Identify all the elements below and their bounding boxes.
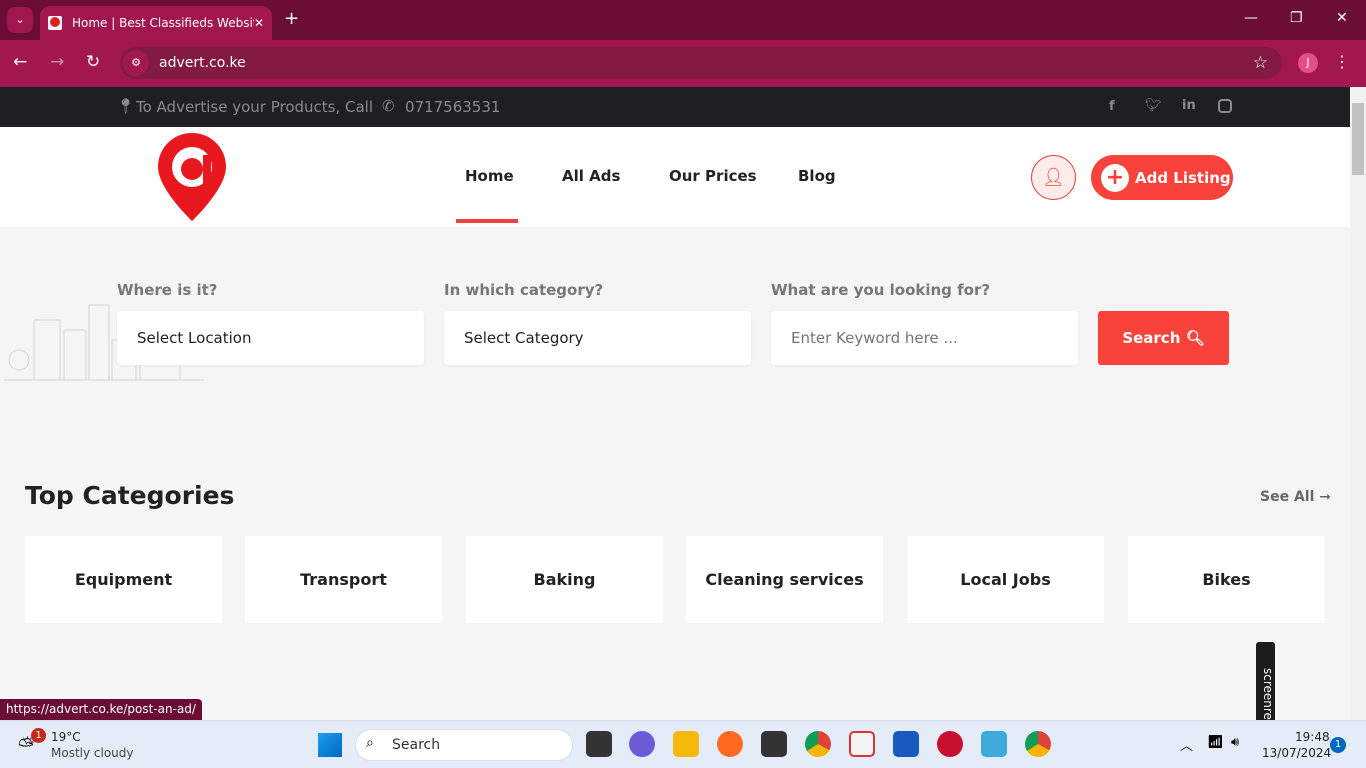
add-listing-label: Add Listing bbox=[1135, 168, 1231, 187]
instagram-icon[interactable] bbox=[1218, 99, 1232, 113]
minimize-button[interactable]: — bbox=[1244, 10, 1258, 26]
category-card[interactable]: Equipment bbox=[25, 536, 222, 623]
forward-button[interactable]: → bbox=[50, 52, 64, 72]
user-icon: 👤︎ bbox=[1042, 167, 1065, 188]
linkedin-icon[interactable]: in bbox=[1182, 98, 1196, 113]
site-topbar: 📍︎ To Advertise your Products, Call ✆ 07… bbox=[0, 87, 1350, 127]
taskbar-search-label: Search bbox=[392, 737, 441, 753]
volume-icon[interactable]: 🔊︎ bbox=[1231, 735, 1239, 750]
tab-search-button[interactable]: ⌄ bbox=[7, 7, 33, 33]
search-button-label: Search bbox=[1122, 329, 1181, 347]
category-label: In which category? bbox=[444, 281, 604, 299]
sublime-text-icon[interactable] bbox=[761, 731, 787, 757]
profile-avatar[interactable]: J bbox=[1298, 53, 1318, 73]
category-card[interactable]: Local Jobs bbox=[907, 536, 1104, 623]
add-listing-button[interactable]: + Add Listing bbox=[1091, 155, 1233, 200]
weather-badge: 1 bbox=[31, 728, 46, 743]
plus-icon: + bbox=[1101, 163, 1129, 192]
twitter-icon[interactable]: 🐦︎ bbox=[1145, 98, 1162, 113]
active-nav-indicator bbox=[456, 219, 518, 223]
browser-tab[interactable]: Home | Best Classifieds Website ✕ bbox=[40, 6, 272, 40]
nav-blog[interactable]: Blog bbox=[798, 167, 836, 185]
recorder-icon[interactable] bbox=[937, 731, 963, 757]
new-tab-button[interactable]: + bbox=[284, 8, 299, 29]
maximize-button[interactable]: ❐ bbox=[1290, 10, 1303, 26]
category-card[interactable]: Baking bbox=[466, 536, 663, 623]
close-window-button[interactable]: ✕ bbox=[1336, 10, 1348, 26]
firefox-icon[interactable] bbox=[717, 731, 743, 757]
chrome-menu-icon[interactable]: ⋮ bbox=[1334, 52, 1350, 71]
chrome-active-icon[interactable] bbox=[1025, 731, 1051, 757]
site-settings-icon[interactable]: ⚙ bbox=[123, 50, 149, 76]
keyword-label: What are you looking for? bbox=[771, 281, 991, 299]
see-all-label: See All bbox=[1260, 489, 1315, 505]
advertise-text: To Advertise your Products, Call bbox=[136, 98, 374, 116]
clock-time[interactable]: 19:48 bbox=[1295, 730, 1330, 744]
arrow-right-icon: ➞ bbox=[1319, 489, 1331, 505]
search-button[interactable]: Search 🔍︎ bbox=[1098, 311, 1229, 365]
weather-temp: 19°C bbox=[51, 730, 81, 744]
site-logo[interactable] bbox=[157, 131, 227, 223]
keyword-input[interactable] bbox=[771, 311, 1078, 365]
tab-title: Home | Best Classifieds Website bbox=[72, 16, 254, 30]
location-label: Where is it? bbox=[117, 281, 218, 299]
facebook-icon[interactable]: f bbox=[1109, 99, 1115, 114]
location-select[interactable]: Select Location bbox=[117, 311, 424, 365]
user-account-button[interactable]: 👤︎ bbox=[1031, 155, 1076, 200]
nav-all-ads[interactable]: All Ads bbox=[562, 167, 620, 185]
map-marker-icon: 📍︎ bbox=[116, 97, 136, 115]
search-icon: ⌕ bbox=[366, 735, 374, 751]
nav-home[interactable]: Home bbox=[465, 167, 514, 185]
notepad-icon[interactable] bbox=[981, 731, 1007, 757]
close-tab-icon[interactable]: ✕ bbox=[254, 16, 264, 30]
address-bar[interactable]: ⚙ advert.co.ke ☆ bbox=[120, 47, 1282, 79]
site-header: Home All Ads Our Prices Blog 👤︎ + Add Lis… bbox=[0, 127, 1350, 227]
page-scrollbar[interactable] bbox=[1350, 87, 1366, 720]
category-card[interactable]: Cleaning services bbox=[686, 536, 883, 623]
nav-our-prices[interactable]: Our Prices bbox=[669, 167, 757, 185]
notification-badge[interactable]: 1 bbox=[1330, 737, 1346, 753]
see-all-link[interactable]: See All ➞ bbox=[1260, 489, 1331, 505]
back-button[interactable]: ← bbox=[13, 52, 27, 72]
link-status-bubble: https://advert.co.ke/post-an-ad/ bbox=[0, 699, 202, 720]
wifi-icon[interactable]: 📶︎ bbox=[1207, 735, 1224, 750]
task-view-icon[interactable] bbox=[586, 731, 612, 757]
url-text: advert.co.ke bbox=[159, 55, 246, 71]
bookmark-star-icon[interactable]: ☆ bbox=[1253, 53, 1268, 73]
category-card[interactable]: Transport bbox=[245, 536, 442, 623]
chrome-icon[interactable] bbox=[805, 731, 831, 757]
phone-number[interactable]: 0717563531 bbox=[405, 98, 500, 116]
reload-button[interactable]: ↻ bbox=[86, 52, 100, 72]
word-icon[interactable] bbox=[893, 731, 919, 757]
taskbar-search[interactable]: Search bbox=[355, 729, 573, 761]
category-card[interactable]: Bikes bbox=[1128, 536, 1325, 623]
windows-taskbar: ⛅︎ 1 19°C Mostly cloudy Search ⌕ ︿ 📶︎ 🔊︎… bbox=[0, 720, 1366, 768]
weather-desc: Mostly cloudy bbox=[51, 746, 134, 760]
clock-date[interactable]: 13/07/2024 bbox=[1262, 746, 1331, 760]
tray-chevron-icon[interactable]: ︿ bbox=[1180, 735, 1193, 754]
search-icon: 🔍︎ bbox=[1185, 329, 1205, 347]
section-title: Top Categories bbox=[25, 481, 235, 510]
category-select[interactable]: Select Category bbox=[444, 311, 751, 365]
phone-icon: ✆ bbox=[382, 97, 395, 115]
file-explorer-icon[interactable] bbox=[673, 731, 699, 757]
start-button[interactable] bbox=[318, 733, 342, 757]
site-favicon-icon bbox=[48, 16, 62, 30]
teams-icon[interactable] bbox=[629, 731, 655, 757]
scrollbar-thumb[interactable] bbox=[1352, 103, 1364, 175]
screenrec-widget[interactable]: screenrec bbox=[1256, 642, 1275, 732]
snipping-tool-icon[interactable] bbox=[849, 731, 875, 757]
